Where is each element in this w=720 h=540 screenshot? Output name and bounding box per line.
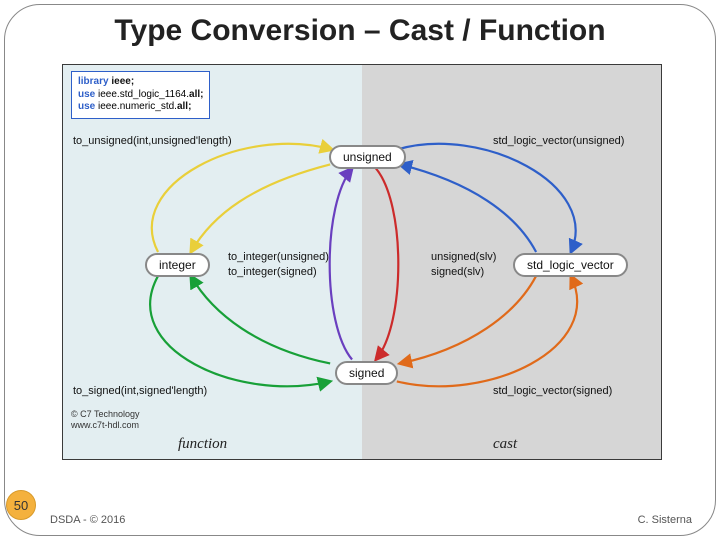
label-to-integer-unsigned: to_integer(unsigned) (228, 250, 329, 265)
arc-signed-to-unsigned (330, 168, 352, 359)
node-unsigned: unsigned (329, 145, 406, 169)
conversion-diagram: library ieee; use ieee.std_logic_1164.al… (62, 64, 662, 460)
copyright-line1: © C7 Technology (71, 409, 140, 420)
half-label-cast: cast (493, 436, 517, 453)
label-to-unsigned: to_unsigned(int,unsigned'length) (73, 135, 232, 147)
arc-slv-signed (397, 276, 577, 386)
page-title: Type Conversion – Cast / Function (0, 14, 720, 48)
arc-signed-to-integer (191, 276, 330, 364)
arc-to-signed (150, 276, 330, 386)
footer-right: C. Sisterna (638, 514, 692, 526)
node-std-logic-vector: std_logic_vector (513, 253, 628, 277)
label-to-integer-group: to_integer(unsigned) to_integer(signed) (228, 250, 329, 280)
label-to-integer-signed: to_integer(signed) (228, 265, 329, 280)
page-number: 50 (14, 498, 28, 513)
label-slv-cast-group: unsigned(slv) signed(slv) (431, 250, 496, 280)
footer-left: DSDA - © 2016 (50, 514, 125, 526)
label-unsigned-slv: unsigned(slv) (431, 250, 496, 265)
label-signed-slv: signed(slv) (431, 265, 496, 280)
label-to-signed: to_signed(int,signed'length) (73, 385, 207, 397)
node-signed: signed (335, 361, 398, 385)
page-number-badge: 50 (6, 490, 36, 520)
diagram-copyright: © C7 Technology www.c7t-hdl.com (71, 409, 140, 431)
arc-unsigned-to-integer (191, 164, 330, 252)
arc-unsigned-to-signed (376, 168, 398, 359)
arc-to-unsigned (152, 144, 332, 252)
arc-unsigned-slv (400, 164, 536, 252)
arc-slv-unsigned (397, 144, 576, 252)
label-slv-signed: std_logic_vector(signed) (493, 385, 612, 397)
half-label-function: function (178, 436, 227, 453)
arc-signed-slv (400, 276, 536, 364)
copyright-line2: www.c7t-hdl.com (71, 420, 140, 431)
label-slv-unsigned: std_logic_vector(unsigned) (493, 135, 624, 147)
node-integer: integer (145, 253, 210, 277)
